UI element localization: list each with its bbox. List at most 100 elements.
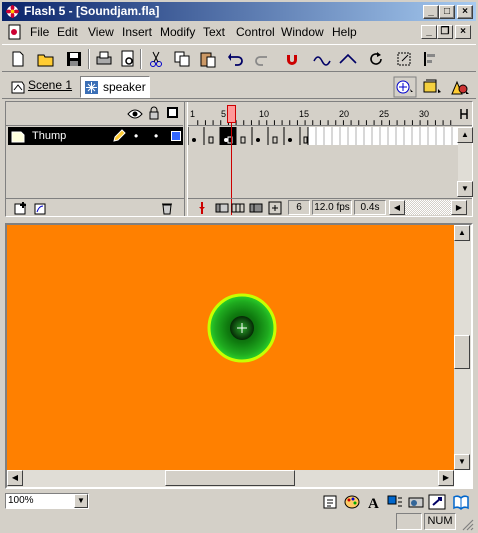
center-frame-icon[interactable] xyxy=(195,201,209,215)
timeline-menu-icon[interactable] xyxy=(459,107,471,121)
copy-icon[interactable] xyxy=(172,49,192,69)
onion-skin-outlines-icon[interactable] xyxy=(231,201,245,215)
menu-control[interactable]: Control xyxy=(236,25,275,39)
scroll-down-arrow-icon[interactable]: ▼ xyxy=(457,181,473,197)
speaker-symbol[interactable] xyxy=(207,293,277,363)
modify-onion-markers-icon[interactable] xyxy=(268,201,282,215)
vertical-scroll-thumb[interactable] xyxy=(454,335,470,369)
stage-horizontal-scrollbar[interactable]: ◀ ▶ xyxy=(7,470,454,487)
status-pane-empty xyxy=(396,513,422,530)
timeline-vertical-scrollbar[interactable]: ▲ ▼ xyxy=(457,127,473,198)
timeline-horizontal-scrollbar[interactable] xyxy=(405,200,451,215)
edit-multiple-frames-icon[interactable] xyxy=(249,201,263,215)
scroll-down-arrow-icon[interactable]: ▼ xyxy=(454,454,470,470)
timeline-status-bar: 6 12.0 fps 0.4s ◀ ▶ xyxy=(188,198,472,216)
menu-text[interactable]: Text xyxy=(203,25,225,39)
lock-icon[interactable] xyxy=(148,106,160,120)
redo-icon[interactable] xyxy=(252,49,272,69)
edit-bar: Scene 1 speaker xyxy=(2,75,476,99)
layer-footer xyxy=(6,198,184,216)
menu-edit[interactable]: Edit xyxy=(57,25,78,39)
delete-layer-icon[interactable] xyxy=(160,201,174,215)
elapsed-time-display: 0.4s xyxy=(354,200,386,215)
rotate-icon[interactable] xyxy=(366,49,386,69)
instance-panel-icon[interactable] xyxy=(386,494,404,510)
mixer-palette-icon[interactable] xyxy=(343,494,361,510)
ruler-tick-label: 1 xyxy=(190,109,196,119)
movie-explorer-icon[interactable] xyxy=(407,494,425,510)
title-bar: Flash 5 - [Soundjam.fla] _ □ × xyxy=(2,2,476,21)
scene-link[interactable]: Scene 1 xyxy=(28,78,72,92)
stage-window: ▲ ▼ ◀ ▶ xyxy=(5,223,473,489)
timeline-panel: Thump • • 1 5 10 15 20 25 30 ▲ ▼ 6 12.0 … xyxy=(5,101,473,217)
onion-skin-icon[interactable] xyxy=(215,201,229,215)
undo-icon[interactable] xyxy=(226,49,246,69)
menu-help[interactable]: Help xyxy=(332,25,357,39)
layer-row-thump[interactable]: Thump • • xyxy=(8,127,183,145)
zoom-value: 100% xyxy=(8,495,34,506)
scroll-up-arrow-icon[interactable]: ▲ xyxy=(457,127,473,143)
document-icon[interactable] xyxy=(7,24,23,40)
toolbar-separator xyxy=(88,49,90,69)
playhead-marker[interactable] xyxy=(227,105,236,123)
cut-icon[interactable] xyxy=(146,49,166,69)
menu-file[interactable]: File xyxy=(30,25,49,39)
save-icon[interactable] xyxy=(64,49,84,69)
add-guide-layer-icon[interactable] xyxy=(34,201,48,215)
menu-modify[interactable]: Modify xyxy=(160,25,195,39)
straighten-icon[interactable] xyxy=(338,49,358,69)
menu-insert[interactable]: Insert xyxy=(122,25,152,39)
outline-icon[interactable] xyxy=(167,107,178,118)
scroll-left-arrow-icon[interactable]: ◀ xyxy=(389,200,405,215)
scroll-up-arrow-icon[interactable]: ▲ xyxy=(454,225,470,241)
add-layer-icon[interactable] xyxy=(14,201,28,215)
new-file-icon[interactable] xyxy=(8,49,28,69)
pencil-icon xyxy=(113,129,126,142)
layer-frames[interactable] xyxy=(188,127,458,145)
library-icon[interactable] xyxy=(452,494,470,510)
menu-view[interactable]: View xyxy=(88,25,114,39)
stage-vertical-scrollbar[interactable]: ▲ ▼ xyxy=(454,225,471,470)
print-preview-icon[interactable] xyxy=(118,49,138,69)
scroll-left-arrow-icon[interactable]: ◀ xyxy=(7,470,23,486)
frames-empty-area xyxy=(188,146,458,198)
horizontal-scroll-thumb[interactable] xyxy=(165,470,295,486)
snap-magnet-icon[interactable] xyxy=(282,49,302,69)
doc-close-button[interactable]: × xyxy=(455,25,471,39)
minimize-button[interactable]: _ xyxy=(423,5,439,19)
scale-icon[interactable] xyxy=(394,49,414,69)
doc-minimize-button[interactable]: _ xyxy=(421,25,437,39)
actions-panel-icon[interactable] xyxy=(428,494,446,510)
scroll-right-arrow-icon[interactable]: ▶ xyxy=(451,200,467,215)
flash-app-icon xyxy=(5,4,20,19)
maximize-button[interactable]: □ xyxy=(439,5,455,19)
close-button[interactable]: × xyxy=(457,5,473,19)
layer-list-empty xyxy=(6,146,184,198)
align-icon[interactable] xyxy=(420,49,440,69)
scroll-right-arrow-icon[interactable]: ▶ xyxy=(438,470,454,486)
current-frame-display: 6 xyxy=(288,200,310,215)
lock-dot[interactable]: • xyxy=(154,129,158,143)
smooth-icon[interactable] xyxy=(312,49,332,69)
character-panel-icon[interactable]: A xyxy=(365,494,383,510)
visibility-dot[interactable]: • xyxy=(134,129,138,143)
menu-bar: File Edit View Insert Modify Text Contro… xyxy=(2,22,476,42)
shapes-icon[interactable] xyxy=(448,76,472,98)
info-panel-icon[interactable] xyxy=(321,494,339,510)
outline-color-swatch[interactable] xyxy=(171,131,181,141)
doc-restore-button[interactable]: ❐ xyxy=(437,25,453,39)
eye-icon[interactable] xyxy=(127,108,143,120)
edit-scene-icon[interactable] xyxy=(393,76,417,98)
edit-symbols-icon[interactable] xyxy=(420,76,444,98)
menu-window[interactable]: Window xyxy=(281,25,324,39)
open-folder-icon[interactable] xyxy=(36,49,56,69)
ruler-tick-label: 20 xyxy=(339,109,350,119)
symbol-tab-speaker[interactable]: speaker xyxy=(80,76,150,98)
chevron-down-icon[interactable]: ▼ xyxy=(74,494,88,508)
paste-icon[interactable] xyxy=(198,49,218,69)
zoom-select[interactable]: 100% ▼ xyxy=(5,493,89,509)
main-toolbar xyxy=(2,44,476,72)
stage-canvas[interactable] xyxy=(7,225,454,470)
print-icon[interactable] xyxy=(94,49,114,69)
resize-grip-icon[interactable] xyxy=(460,517,474,531)
